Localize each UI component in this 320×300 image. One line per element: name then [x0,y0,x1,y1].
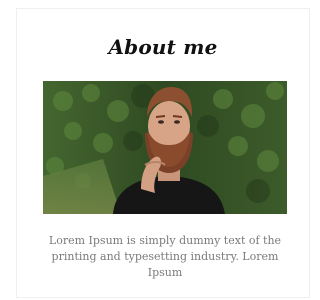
about-me-widget: About me Lorem Ipsum is simply dummy tex… [16,8,310,298]
profile-photo [43,81,287,214]
widget-title: About me [108,35,218,59]
about-bio-text: Lorem Ipsum is simply dummy text of the … [48,234,282,279]
